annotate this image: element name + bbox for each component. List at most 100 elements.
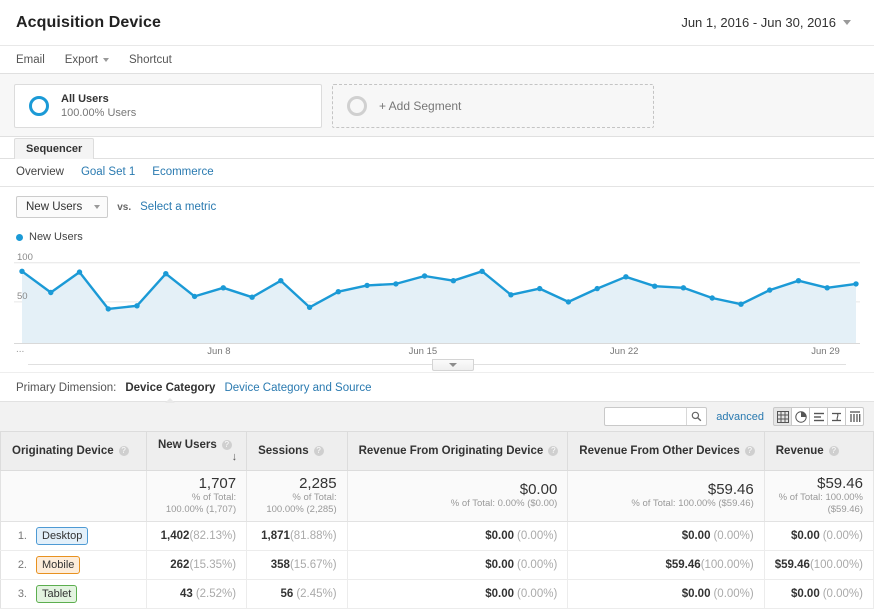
table-view-icon[interactable]	[773, 407, 792, 426]
summary-subtext: % of Total: 100.00% ($59.46)	[778, 492, 863, 515]
column-header-revenue[interactable]: Revenue?	[764, 431, 874, 471]
chart-svg	[14, 262, 860, 343]
search-input[interactable]	[605, 408, 687, 425]
help-icon[interactable]: ?	[118, 446, 129, 456]
add-segment-label: + Add Segment	[379, 99, 462, 113]
row-new-users: 262(15.35%)	[146, 550, 248, 580]
chart-collapse-row	[14, 359, 860, 372]
chevron-down-icon	[94, 205, 101, 209]
advanced-link[interactable]: advanced	[716, 411, 764, 423]
email-action[interactable]: Email	[16, 54, 45, 66]
column-header-originating-device[interactable]: Originating Device?	[0, 431, 147, 471]
segment-all-users[interactable]: All Users 100.00% Users	[14, 84, 322, 128]
device-badge-desktop[interactable]: Desktop	[36, 527, 89, 545]
help-icon[interactable]: ?	[313, 446, 324, 456]
chevron-down-icon	[843, 20, 851, 25]
summary-value: 1,707	[198, 475, 237, 492]
email-action-label: Email	[16, 53, 45, 66]
help-icon[interactable]: ?	[221, 440, 232, 450]
search-box[interactable]	[604, 407, 708, 426]
add-segment-button[interactable]: + Add Segment	[332, 84, 654, 128]
summary-empty-cell	[0, 470, 147, 522]
row-revenue-from-originating-device: $0.00 (0.00%)	[347, 521, 569, 551]
summary-value: $59.46	[707, 481, 754, 498]
help-icon[interactable]: ?	[548, 446, 559, 456]
metric-value: $0.00	[681, 588, 711, 600]
column-header-sessions[interactable]: Sessions?	[246, 431, 348, 471]
metric-percent: (0.00%)	[822, 588, 863, 600]
date-range-label: Jun 1, 2016 - Jun 30, 2016	[681, 15, 836, 30]
select-a-metric-link[interactable]: Select a metric	[140, 201, 216, 213]
metric-percent: (0.00%)	[517, 588, 558, 600]
add-segment-ring-icon	[347, 96, 367, 116]
performance-view-icon[interactable]	[809, 407, 828, 426]
primary-dimension-label: Primary Dimension:	[16, 382, 117, 394]
metric-value: 262	[170, 559, 190, 571]
metric-value: 1,402	[160, 530, 190, 542]
metric-percent: (0.00%)	[713, 530, 754, 542]
row-device-cell: 3. Tablet	[0, 579, 147, 609]
segment-subtext: 100.00% Users	[61, 107, 137, 119]
legend-label: New Users	[29, 231, 83, 243]
tab-sequencer[interactable]: Sequencer	[14, 138, 95, 159]
subtab-goal-set-1[interactable]: Goal Set 1	[81, 166, 135, 178]
metric-value: $0.00	[790, 530, 820, 542]
row-sessions: 358(15.67%)	[246, 550, 348, 580]
chart-collapse-handle[interactable]	[432, 359, 474, 371]
vs-label: vs.	[117, 201, 132, 213]
chart-plot-area[interactable]: 50 100	[14, 248, 860, 344]
metric-percent: (2.45%)	[296, 588, 337, 600]
help-icon[interactable]: ?	[744, 446, 755, 456]
shortcut-action[interactable]: Shortcut	[129, 54, 172, 66]
primary-dimension-active-label: Device Category	[125, 382, 216, 394]
export-action[interactable]: Export	[65, 54, 110, 66]
table-row: 2. Mobile 262(15.35%) 358(15.67%) $0.00 (0…	[0, 550, 874, 580]
table-body: 1,707 % of Total: 100.00% (1,707) 2,285 …	[0, 470, 874, 609]
metric-value: 43	[180, 588, 193, 600]
device-badge-tablet[interactable]: Tablet	[36, 585, 78, 603]
table-summary-row: 1,707 % of Total: 100.00% (1,707) 2,285 …	[0, 470, 874, 522]
column-label: New Users	[157, 439, 217, 451]
row-revenue: $0.00 (0.00%)	[764, 579, 874, 609]
primary-dimension-device-category[interactable]: Device Category	[125, 382, 216, 403]
column-label: Revenue From Originating Device	[358, 445, 544, 457]
table-toolbar: advanced	[0, 401, 874, 431]
action-bar: Email Export Shortcut	[0, 46, 874, 74]
pivot-view-icon[interactable]	[845, 407, 864, 426]
report-table: Originating Device? New Users? ↓ Sessions…	[0, 431, 874, 609]
subtab-overview[interactable]: Overview	[16, 166, 64, 178]
search-icon[interactable]	[686, 408, 706, 425]
device-badge-mobile[interactable]: Mobile	[36, 556, 81, 574]
metric-select[interactable]: New Users	[16, 196, 109, 218]
metric-percent: (82.13%)	[189, 530, 237, 542]
row-device-cell: 2. Mobile	[0, 550, 147, 580]
summary-subtext: % of Total: 100.00% ($59.46)	[631, 498, 754, 509]
column-header-revenue-from-originating-device[interactable]: Revenue From Originating Device?	[347, 431, 569, 471]
row-sessions: 56 (2.45%)	[246, 579, 348, 609]
segment-name: All Users	[61, 93, 109, 105]
column-header-new-users[interactable]: New Users? ↓	[146, 431, 248, 471]
summary-new-users: 1,707 % of Total: 100.00% (1,707)	[146, 470, 248, 522]
sort-descending-icon[interactable]: ↓	[232, 451, 238, 463]
comparison-view-icon[interactable]	[827, 407, 846, 426]
summary-revenue-from-originating-device: $0.00 % of Total: 0.00% ($0.00)	[347, 470, 569, 522]
row-device-cell: 1. Desktop	[0, 521, 147, 551]
primary-dimension-device-category-and-source[interactable]: Device Category and Source	[224, 382, 371, 394]
metric-bar: New Users vs. Select a metric	[0, 187, 874, 226]
row-new-users: 43 (2.52%)	[146, 579, 248, 609]
metric-value: 1,871	[261, 530, 290, 542]
metric-percent: (81.88%)	[289, 530, 337, 542]
date-range-picker[interactable]: Jun 1, 2016 - Jun 30, 2016	[670, 10, 860, 35]
column-label: Revenue	[775, 445, 824, 457]
subtab-ecommerce[interactable]: Ecommerce	[152, 166, 213, 178]
table-header-row: Originating Device? New Users? ↓ Sessions…	[0, 431, 874, 471]
metric-percent: (15.35%)	[189, 559, 237, 571]
report-subtabs: Overview Goal Set 1 Ecommerce	[0, 159, 874, 187]
summary-value: 2,285	[299, 475, 337, 492]
column-header-revenue-from-other-devices[interactable]: Revenue From Other Devices?	[567, 431, 765, 471]
summary-subtext: % of Total: 0.00% ($0.00)	[450, 498, 558, 509]
metric-value: $0.00	[681, 530, 711, 542]
pie-view-icon[interactable]	[791, 407, 810, 426]
segment-ring-icon	[29, 96, 49, 116]
help-icon[interactable]: ?	[828, 446, 839, 456]
